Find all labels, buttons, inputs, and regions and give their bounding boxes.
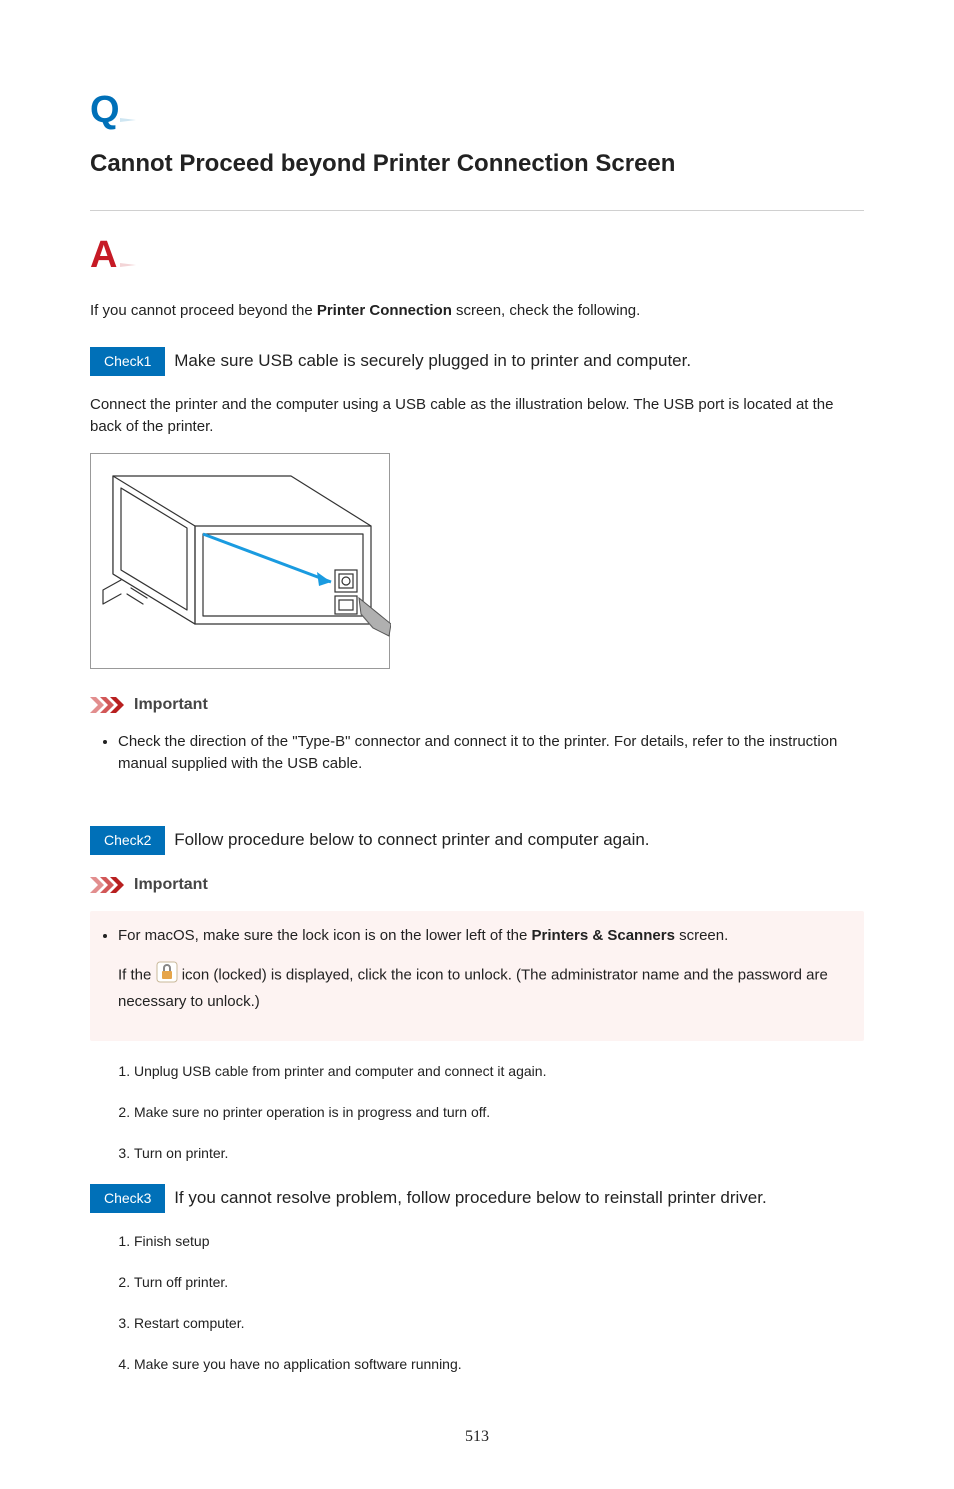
check1-body: Connect the printer and the computer usi…	[90, 394, 864, 439]
question-icon: Q	[90, 90, 136, 138]
answer-icon: A	[90, 235, 864, 283]
svg-text:A: A	[90, 235, 117, 275]
important2-before: For macOS, make sure the lock icon is on…	[118, 927, 532, 944]
check3-text: If you cannot resolve problem, follow pr…	[174, 1188, 766, 1207]
chevrons-icon	[90, 877, 126, 893]
page-number: 513	[90, 1425, 864, 1449]
important2-heading: Important	[90, 873, 864, 897]
intro-before: If you cannot proceed beyond the	[90, 302, 317, 319]
important2-label: Important	[134, 873, 208, 897]
check1-text: Make sure USB cable is securely plugged …	[174, 351, 691, 370]
check2-label: Check2	[90, 826, 165, 855]
check2-row: Check2 Follow procedure below to connect…	[90, 826, 864, 855]
step1-1: Unplug USB cable from printer and comput…	[134, 1061, 864, 1082]
divider	[90, 210, 864, 211]
page-title: Cannot Proceed beyond Printer Connection…	[90, 146, 864, 182]
check3-row: Check3 If you cannot resolve problem, fo…	[90, 1184, 864, 1213]
important2-after: screen.	[675, 927, 728, 944]
intro-bold: Printer Connection	[317, 302, 452, 319]
important1-heading: Important	[90, 693, 864, 717]
important2-bold: Printers & Scanners	[532, 927, 675, 944]
important1-item: Check the direction of the "Type-B" conn…	[118, 731, 864, 776]
check3-label: Check3	[90, 1184, 165, 1213]
important2-box: For macOS, make sure the lock icon is on…	[90, 911, 864, 1042]
printer-illustration	[90, 453, 390, 669]
step2-3: Restart computer.	[134, 1313, 864, 1334]
lock-after: icon (locked) is displayed, click the ic…	[118, 967, 828, 1010]
steps2-list: Finish setup Turn off printer. Restart c…	[90, 1231, 864, 1375]
important1-label: Important	[134, 693, 208, 717]
check2-text: Follow procedure below to connect printe…	[174, 830, 649, 849]
step2-2: Turn off printer.	[134, 1272, 864, 1293]
important2-item: For macOS, make sure the lock icon is on…	[118, 925, 850, 1014]
step2-1: Finish setup	[134, 1231, 864, 1252]
step1-2: Make sure no printer operation is in pro…	[134, 1102, 864, 1123]
intro-text: If you cannot proceed beyond the Printer…	[90, 300, 864, 323]
steps1-list: Unplug USB cable from printer and comput…	[90, 1061, 864, 1164]
step1-3: Turn on printer.	[134, 1143, 864, 1164]
intro-after: screen, check the following.	[452, 302, 640, 319]
important2-lock-text: If the icon (locked) is displayed, click…	[118, 961, 850, 1013]
check1-label: Check1	[90, 347, 165, 376]
important1-box: Check the direction of the "Type-B" conn…	[90, 731, 864, 806]
lock-before: If the	[118, 967, 156, 984]
lock-icon	[156, 961, 178, 991]
check1-row: Check1 Make sure USB cable is securely p…	[90, 347, 864, 376]
svg-text:Q: Q	[90, 90, 120, 130]
step2-4: Make sure you have no application softwa…	[134, 1354, 864, 1375]
chevrons-icon	[90, 697, 126, 713]
